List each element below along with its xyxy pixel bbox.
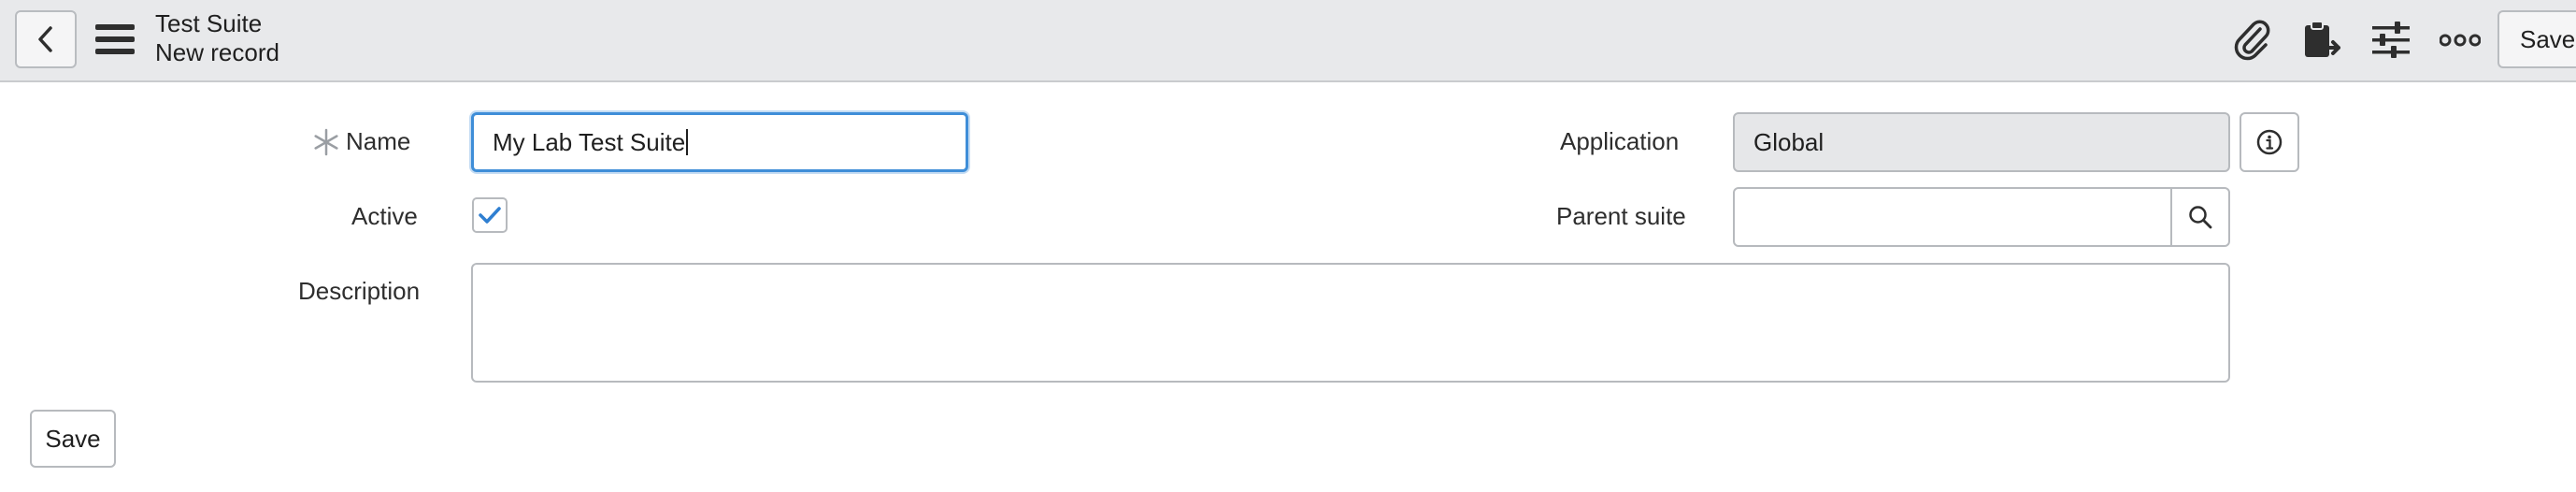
- back-icon: [38, 26, 52, 52]
- active-checkbox[interactable]: [472, 197, 508, 233]
- application-info-button[interactable]: [2240, 112, 2299, 172]
- record-title-block: Test Suite New record: [155, 9, 279, 67]
- footer-save-button[interactable]: Save: [30, 410, 116, 468]
- required-asterisk-icon: [314, 128, 338, 156]
- info-icon: [2256, 129, 2283, 155]
- application-field: Global: [1733, 112, 2230, 172]
- paperclip-icon: [2234, 20, 2270, 61]
- search-icon: [2189, 206, 2212, 229]
- back-button[interactable]: [15, 10, 77, 68]
- hamburger-menu-icon: [95, 24, 135, 54]
- header-save-button[interactable]: Save: [2497, 10, 2576, 68]
- name-input-value: My Lab Test Suite: [493, 127, 686, 156]
- page-title: Test Suite: [155, 9, 263, 37]
- form-header: Test Suite New record Save: [0, 0, 2576, 82]
- application-value: Global: [1753, 127, 1825, 156]
- hamburger-menu-button[interactable]: [93, 19, 136, 60]
- active-label: Active: [351, 202, 418, 230]
- record-status: New record: [155, 38, 279, 66]
- clipboard-action-button[interactable]: [2297, 17, 2346, 64]
- description-label: Description: [298, 277, 421, 305]
- parent-suite-input[interactable]: [1733, 187, 2172, 247]
- personalize-form-button[interactable]: [2367, 17, 2415, 64]
- more-options-button[interactable]: [2436, 17, 2484, 64]
- clipboard-arrow-icon: [2305, 21, 2340, 57]
- more-icon: [2440, 34, 2481, 47]
- application-label: Application: [1560, 127, 1680, 155]
- parent-suite-label: Parent suite: [1556, 202, 1686, 230]
- parent-suite-lookup-button[interactable]: [2170, 187, 2230, 247]
- sliders-icon: [2372, 22, 2410, 58]
- name-input[interactable]: My Lab Test Suite: [471, 112, 968, 172]
- checkmark-icon: [479, 207, 501, 224]
- name-label: Name: [346, 127, 411, 155]
- attachment-button[interactable]: [2228, 17, 2277, 64]
- text-caret: [686, 129, 689, 155]
- description-textarea[interactable]: [471, 263, 2230, 383]
